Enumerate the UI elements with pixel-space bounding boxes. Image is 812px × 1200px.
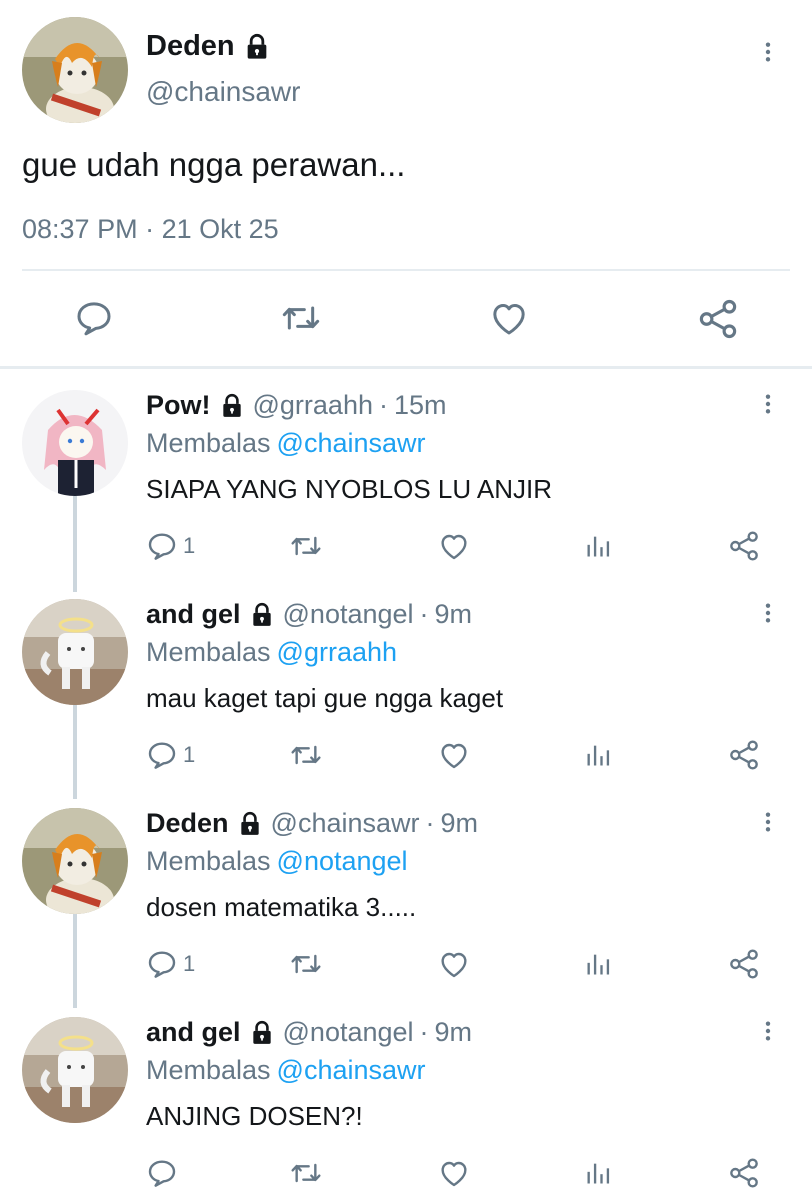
reply-icon[interactable]: [146, 530, 178, 562]
reply-time: 9m: [434, 1017, 473, 1047]
reply-text: dosen matematika 3.....: [146, 892, 417, 922]
retweet-icon[interactable]: [288, 530, 324, 562]
like-icon[interactable]: [489, 298, 529, 338]
reply-count: 1: [183, 951, 196, 976]
replying-to: Membalas @chainsawr: [146, 428, 426, 459]
main-display-name[interactable]: Deden: [146, 30, 271, 63]
reply-time: 15m: [393, 390, 447, 420]
analytics-icon[interactable]: [584, 530, 612, 562]
handle[interactable]: @grraahh: [253, 390, 373, 421]
reply-header: and gel @notangel · 9m: [146, 1017, 472, 1048]
reply-icon[interactable]: [146, 948, 178, 980]
lock-icon: [243, 33, 271, 61]
analytics-icon[interactable]: [584, 739, 612, 771]
reply-header: Pow! @grraahh · 15m: [146, 390, 447, 421]
display-name-text: Deden: [146, 30, 235, 62]
like-icon[interactable]: [438, 739, 470, 771]
mention-link[interactable]: @chainsawr: [277, 428, 426, 458]
meta-separator: ·: [419, 599, 429, 629]
reply-text: SIAPA YANG NYOBLOS LU ANJIR: [146, 474, 553, 504]
share-icon[interactable]: [697, 298, 739, 340]
tweet-timestamp[interactable]: 08:37 PM · 21 Okt 25: [22, 214, 279, 245]
avatar[interactable]: [22, 390, 128, 496]
analytics-icon[interactable]: [584, 1157, 612, 1189]
display-name[interactable]: Deden: [146, 808, 229, 839]
reply-count: 1: [183, 742, 196, 767]
like-icon[interactable]: [438, 948, 470, 980]
share-icon[interactable]: [728, 530, 760, 562]
reply-time: 9m: [434, 599, 473, 629]
lock-icon: [249, 1020, 275, 1046]
section-divider: [0, 366, 812, 369]
reply-icon[interactable]: [146, 739, 178, 771]
replying-to: Membalas @notangel: [146, 846, 408, 877]
reply-count: 1: [183, 533, 196, 558]
main-handle[interactable]: @chainsawr: [146, 76, 300, 108]
replying-prefix: Membalas: [146, 637, 271, 667]
more-vertical-icon[interactable]: [757, 808, 779, 836]
mention-link[interactable]: @grraahh: [277, 637, 397, 667]
tweet-date: 21 Okt 25: [161, 214, 279, 244]
lock-icon: [249, 602, 275, 628]
retweet-icon[interactable]: [288, 1157, 324, 1189]
more-vertical-icon[interactable]: [757, 390, 779, 418]
lock-icon: [237, 811, 263, 837]
reply-tweet[interactable]: Deden @chainsawr · 9m Membalas @notangel …: [0, 794, 812, 1003]
avatar[interactable]: [22, 17, 128, 123]
meta-separator: ·: [425, 808, 435, 838]
like-icon[interactable]: [438, 1157, 470, 1189]
main-tweet: Deden @chainsawr gue udah ngga perawan..…: [0, 0, 812, 368]
meta-separator: ·: [378, 390, 388, 420]
reply-icon[interactable]: [74, 298, 114, 338]
lock-icon: [219, 393, 245, 419]
retweet-icon[interactable]: [288, 948, 324, 980]
reply-text: mau kaget tapi gue ngga kaget: [146, 683, 504, 713]
display-name[interactable]: and gel: [146, 599, 241, 630]
reply-tweet[interactable]: and gel @notangel · 9m Membalas @chainsaw…: [0, 1003, 812, 1200]
reply-icon[interactable]: [146, 1157, 178, 1189]
avatar[interactable]: [22, 1017, 128, 1123]
retweet-icon[interactable]: [288, 739, 324, 771]
share-icon[interactable]: [728, 739, 760, 771]
retweet-icon[interactable]: [279, 298, 323, 338]
mention-link[interactable]: @chainsawr: [277, 1055, 426, 1085]
reply-time: 9m: [440, 808, 479, 838]
analytics-icon[interactable]: [584, 948, 612, 980]
reply-header: and gel @notangel · 9m: [146, 599, 472, 630]
mention-link[interactable]: @notangel: [277, 846, 408, 876]
more-vertical-icon[interactable]: [757, 1017, 779, 1045]
display-name[interactable]: and gel: [146, 1017, 241, 1048]
avatar[interactable]: [22, 599, 128, 705]
meta-separator: ·: [145, 214, 155, 244]
handle[interactable]: @notangel: [283, 599, 414, 630]
reply-tweet[interactable]: Pow! @grraahh · 15m Membalas @chainsawr S…: [0, 376, 812, 585]
tweet-time: 08:37 PM: [22, 214, 138, 244]
avatar[interactable]: [22, 808, 128, 914]
replying-to: Membalas @chainsawr: [146, 1055, 426, 1086]
like-icon[interactable]: [438, 530, 470, 562]
meta-separator: ·: [419, 1017, 429, 1047]
reply-header: Deden @chainsawr · 9m: [146, 808, 478, 839]
more-vertical-icon[interactable]: [757, 38, 779, 66]
tweet-text: gue udah ngga perawan...: [22, 146, 406, 183]
display-name[interactable]: Pow!: [146, 390, 211, 421]
reply-tweet[interactable]: and gel @notangel · 9m Membalas @grraahh …: [0, 585, 812, 794]
handle[interactable]: @notangel: [283, 1017, 414, 1048]
replying-prefix: Membalas: [146, 428, 271, 458]
share-icon[interactable]: [728, 948, 760, 980]
share-icon[interactable]: [728, 1157, 760, 1189]
replying-to: Membalas @grraahh: [146, 637, 397, 668]
divider: [22, 269, 790, 271]
more-vertical-icon[interactable]: [757, 599, 779, 627]
handle[interactable]: @chainsawr: [271, 808, 420, 839]
reply-text: ANJING DOSEN?!: [146, 1101, 363, 1131]
replying-prefix: Membalas: [146, 846, 271, 876]
replying-prefix: Membalas: [146, 1055, 271, 1085]
